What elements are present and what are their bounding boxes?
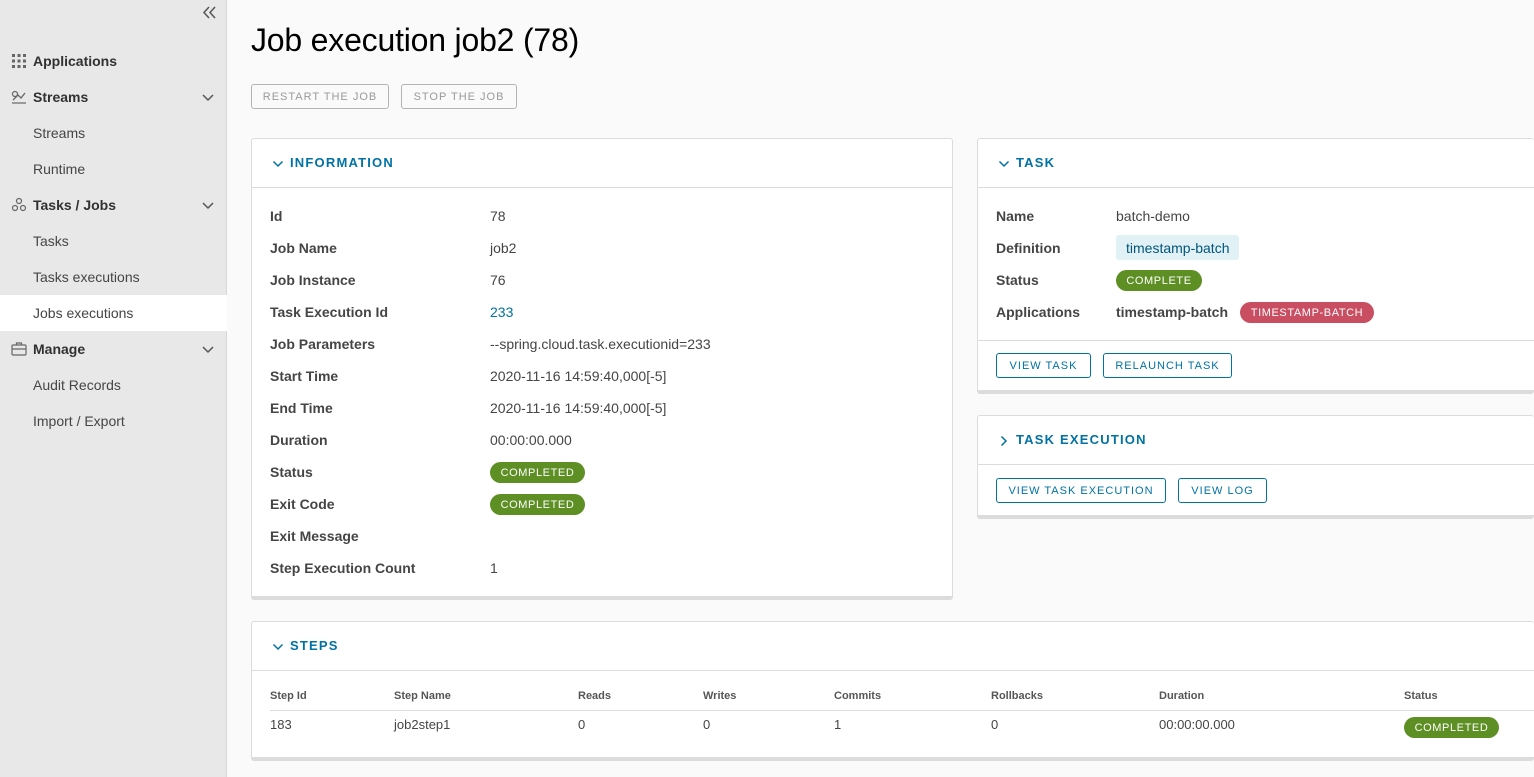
task-definition-chip: timestamp-batch (1116, 235, 1240, 260)
column-header-commits[interactable]: Commits (834, 690, 881, 702)
task-card-divider (978, 340, 1534, 341)
step-writes: 0 (703, 717, 711, 732)
info-label-task-execution-id: Task Execution Id (270, 304, 388, 320)
info-value-id: 78 (490, 208, 506, 224)
card-title: TASK (1016, 155, 1056, 170)
info-label-status: Status (270, 464, 313, 480)
info-label-exit-message: Exit Message (270, 528, 359, 544)
info-value-job-name: job2 (490, 240, 517, 256)
step-duration: 00:00:00.000 (1159, 717, 1235, 732)
steps-card-header[interactable]: STEPS (252, 622, 1534, 671)
step-commits: 1 (834, 717, 842, 732)
info-value-end-time: 2020-11-16 14:59:40,000[-5] (490, 400, 667, 416)
chevron-down-icon (201, 199, 215, 211)
steps-header-divider (270, 710, 1534, 711)
info-label-duration: Duration (270, 432, 328, 448)
briefcase-icon (11, 341, 27, 357)
task-value-name: batch-demo (1116, 208, 1190, 224)
step-reads: 0 (578, 717, 586, 732)
step-name-link[interactable]: job2step1 (394, 717, 450, 732)
info-value-job-instance: 76 (490, 272, 506, 288)
column-header-writes[interactable]: Writes (703, 690, 736, 702)
task-card-header[interactable]: TASK (978, 139, 1534, 188)
stop-job-button[interactable]: STOP THE JOB (401, 84, 517, 109)
task-value-application: timestamp-batch (1116, 304, 1229, 320)
column-header-duration[interactable]: Duration (1159, 690, 1204, 702)
page-title: Job execution job2 (78) (251, 22, 580, 58)
relaunch-task-button[interactable]: RELAUNCH TASK (1103, 353, 1232, 378)
column-header-step-id[interactable]: Step Id (270, 690, 307, 702)
view-log-button[interactable]: VIEW LOG (1178, 478, 1267, 503)
grid-icon (11, 53, 27, 69)
column-header-step-name[interactable]: Step Name (394, 690, 451, 702)
info-label-job-instance: Job Instance (270, 272, 356, 288)
task-execution-card-header[interactable]: TASK EXECUTION (978, 416, 1534, 465)
restart-job-button[interactable]: RESTART THE JOB (251, 84, 389, 109)
info-label-end-time: End Time (270, 400, 333, 416)
task-label-definition: Definition (996, 240, 1061, 256)
chevron-down-icon (201, 343, 215, 355)
info-label-start-time: Start Time (270, 368, 339, 384)
sidebar-item-jobs-executions[interactable]: Jobs executions (0, 295, 227, 331)
task-execution-id-link[interactable]: 233 (490, 304, 513, 320)
sidebar-group-manage[interactable]: Manage (0, 331, 227, 367)
sidebar-group-label: Tasks / Jobs (33, 197, 117, 213)
tasks-icon (11, 197, 27, 213)
chevron-right-icon (998, 434, 1010, 447)
sidebar-item-import-export[interactable]: Import / Export (0, 403, 227, 439)
chevron-down-icon (998, 157, 1010, 169)
sidebar-item-runtime[interactable]: Runtime (0, 151, 227, 187)
information-card-header[interactable]: INFORMATION (252, 139, 952, 188)
sidebar-item-streams[interactable]: Streams (0, 115, 227, 151)
task-execution-card: TASK EXECUTION (977, 415, 1534, 519)
column-header-status[interactable]: Status (1404, 690, 1438, 702)
chevron-down-icon (272, 157, 284, 169)
info-value-duration: 00:00:00.000 (490, 432, 572, 448)
step-id-link[interactable]: 183 (270, 717, 292, 732)
exit-code-badge: COMPLETED (490, 494, 585, 515)
application-type-badge: TIMESTAMP-BATCH (1240, 302, 1374, 323)
chevron-down-icon (272, 640, 284, 652)
sidebar-item-tasks[interactable]: Tasks (0, 223, 227, 259)
collapse-sidebar-icon[interactable] (200, 4, 220, 22)
card-title: INFORMATION (290, 155, 394, 170)
step-rollbacks: 0 (991, 717, 999, 732)
sidebar-group-label: Manage (33, 341, 86, 357)
view-task-execution-button[interactable]: VIEW TASK EXECUTION (996, 478, 1166, 503)
task-label-name: Name (996, 208, 1035, 224)
streams-icon (11, 89, 27, 105)
task-status-badge: COMPLETE (1116, 270, 1202, 291)
view-task-button[interactable]: VIEW TASK (996, 353, 1091, 378)
info-label-exit-code: Exit Code (270, 496, 335, 512)
sidebar-group-streams[interactable]: Streams (0, 79, 227, 115)
card-title: TASK EXECUTION (1016, 432, 1147, 447)
task-label-applications: Applications (996, 304, 1081, 320)
step-status-badge: COMPLETED (1404, 717, 1499, 738)
sidebar-group-label: Applications (33, 53, 118, 69)
sidebar-group-label: Streams (33, 89, 89, 105)
column-header-reads[interactable]: Reads (578, 690, 611, 702)
sidebar-item-audit-records[interactable]: Audit Records (0, 367, 227, 403)
info-label-step-execution-count: Step Execution Count (270, 560, 416, 576)
status-badge: COMPLETED (490, 462, 585, 483)
info-label-job-parameters: Job Parameters (270, 336, 376, 352)
info-value-job-parameters: --spring.cloud.task.executionid=233 (490, 336, 711, 352)
task-label-status: Status (996, 272, 1039, 288)
card-title: STEPS (290, 638, 339, 653)
info-label-id: Id (270, 208, 283, 224)
sidebar-item-tasks-executions[interactable]: Tasks executions (0, 259, 227, 295)
info-label-job-name: Job Name (270, 240, 337, 256)
info-value-start-time: 2020-11-16 14:59:40,000[-5] (490, 368, 667, 384)
sidebar-group-applications[interactable]: Applications (0, 43, 227, 79)
sidebar-group-tasks-jobs[interactable]: Tasks / Jobs (0, 187, 227, 223)
info-value-step-execution-count: 1 (490, 560, 498, 576)
column-header-rollbacks[interactable]: Rollbacks (991, 690, 1043, 702)
chevron-down-icon (201, 91, 215, 103)
sidebar: Applications Streams Streams Runtime Tas… (0, 0, 227, 777)
